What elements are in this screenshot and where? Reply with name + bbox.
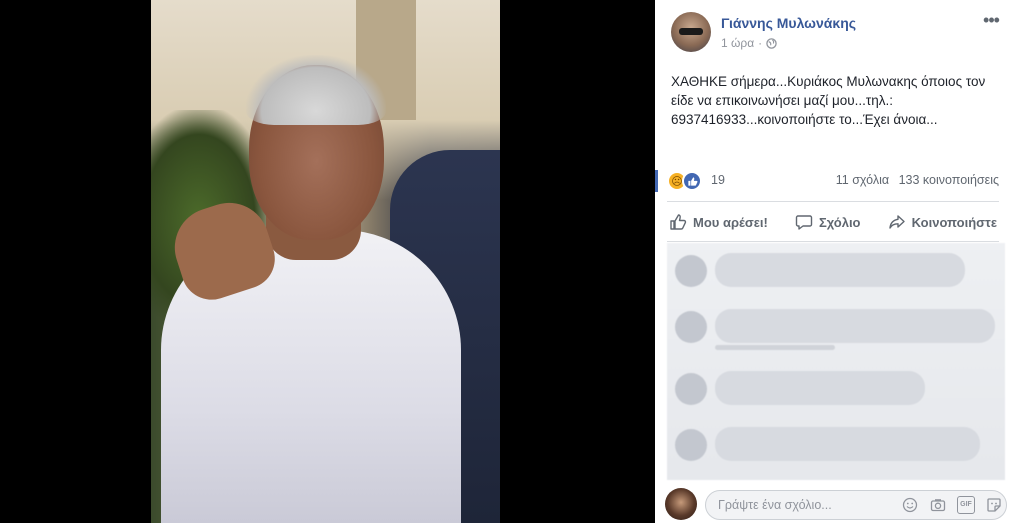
more-options-icon[interactable]: ••• <box>981 11 1001 30</box>
comments-count[interactable]: 11 σχόλια <box>836 173 889 187</box>
gif-icon[interactable]: GIF <box>957 496 975 514</box>
photo-hair <box>246 55 386 125</box>
current-user-avatar <box>665 488 697 520</box>
like-reaction-icon[interactable] <box>682 171 702 191</box>
post-time[interactable]: 1 ώρα <box>721 36 754 50</box>
sticker-icon[interactable] <box>985 496 1003 514</box>
post-side-panel: Γιάννης Μυλωνάκης 1 ώρα · ••• ΧΑΘΗΚΕ σήμ… <box>655 0 1014 523</box>
thumbs-up-icon <box>670 214 687 230</box>
blurred-comment <box>675 423 997 467</box>
post-actions: Μου αρέσει! Σχόλιο Κοινοποιήστε <box>667 206 999 238</box>
blurred-avatar <box>675 311 707 343</box>
blurred-bubble <box>715 309 995 343</box>
post-stats: 11 σχόλια 133 κοινοποιήσεις <box>830 173 999 187</box>
blurred-avatar <box>675 429 707 461</box>
blurred-comment <box>675 249 997 293</box>
author-name[interactable]: Γιάννης Μυλωνάκης <box>721 15 856 31</box>
emoji-icon[interactable] <box>901 496 919 514</box>
share-arrow-icon <box>888 215 905 229</box>
globe-icon[interactable] <box>766 37 777 49</box>
like-button[interactable]: Μου αρέσει! <box>667 209 770 235</box>
reaction-icons[interactable]: ☹ <box>667 171 702 191</box>
meta-separator: · <box>758 36 763 50</box>
comment-button-label: Σχόλιο <box>818 214 861 230</box>
blurred-avatar <box>675 373 707 405</box>
share-button[interactable]: Κοινοποιήστε <box>886 209 999 235</box>
blurred-bubble <box>715 427 980 461</box>
shares-count[interactable]: 133 κοινοποιήσεις <box>899 173 999 187</box>
blurred-line <box>715 345 835 350</box>
speech-bubble-icon <box>795 215 813 230</box>
like-button-label: Μου αρέσει! <box>693 214 768 230</box>
post-photo[interactable] <box>151 0 500 523</box>
divider <box>667 241 999 242</box>
camera-icon[interactable] <box>929 496 947 514</box>
comment-button[interactable]: Σχόλιο <box>793 209 863 235</box>
photo-viewer <box>0 0 655 523</box>
share-button-label: Κοινοποιήστε <box>911 214 997 230</box>
blurred-bubble <box>715 371 925 405</box>
post-header: Γιάννης Μυλωνάκης 1 ώρα · ••• <box>671 11 1001 56</box>
post-text: ΧΑΘΗΚΕ σήμερα...Κυριάκος Μυλωνακης όποιο… <box>671 74 986 127</box>
comments-list-blurred <box>667 243 1005 480</box>
comment-input-tools: GIF <box>901 496 1003 514</box>
post-meta: 1 ώρα · <box>721 36 777 50</box>
reactions-bar: ☹ 19 11 σχόλια 133 κοινοποιήσεις <box>655 170 999 192</box>
reaction-count[interactable]: 19 <box>711 173 725 187</box>
author-avatar[interactable] <box>671 12 711 52</box>
comment-composer: GIF <box>665 486 1011 520</box>
gif-label-glyph: GIF <box>957 496 975 514</box>
divider <box>667 201 999 202</box>
blurred-comment <box>675 367 997 411</box>
blurred-avatar <box>675 255 707 287</box>
blurred-bubble <box>715 253 965 287</box>
reaction-accent-mark <box>655 170 658 192</box>
blurred-comment <box>675 305 997 350</box>
